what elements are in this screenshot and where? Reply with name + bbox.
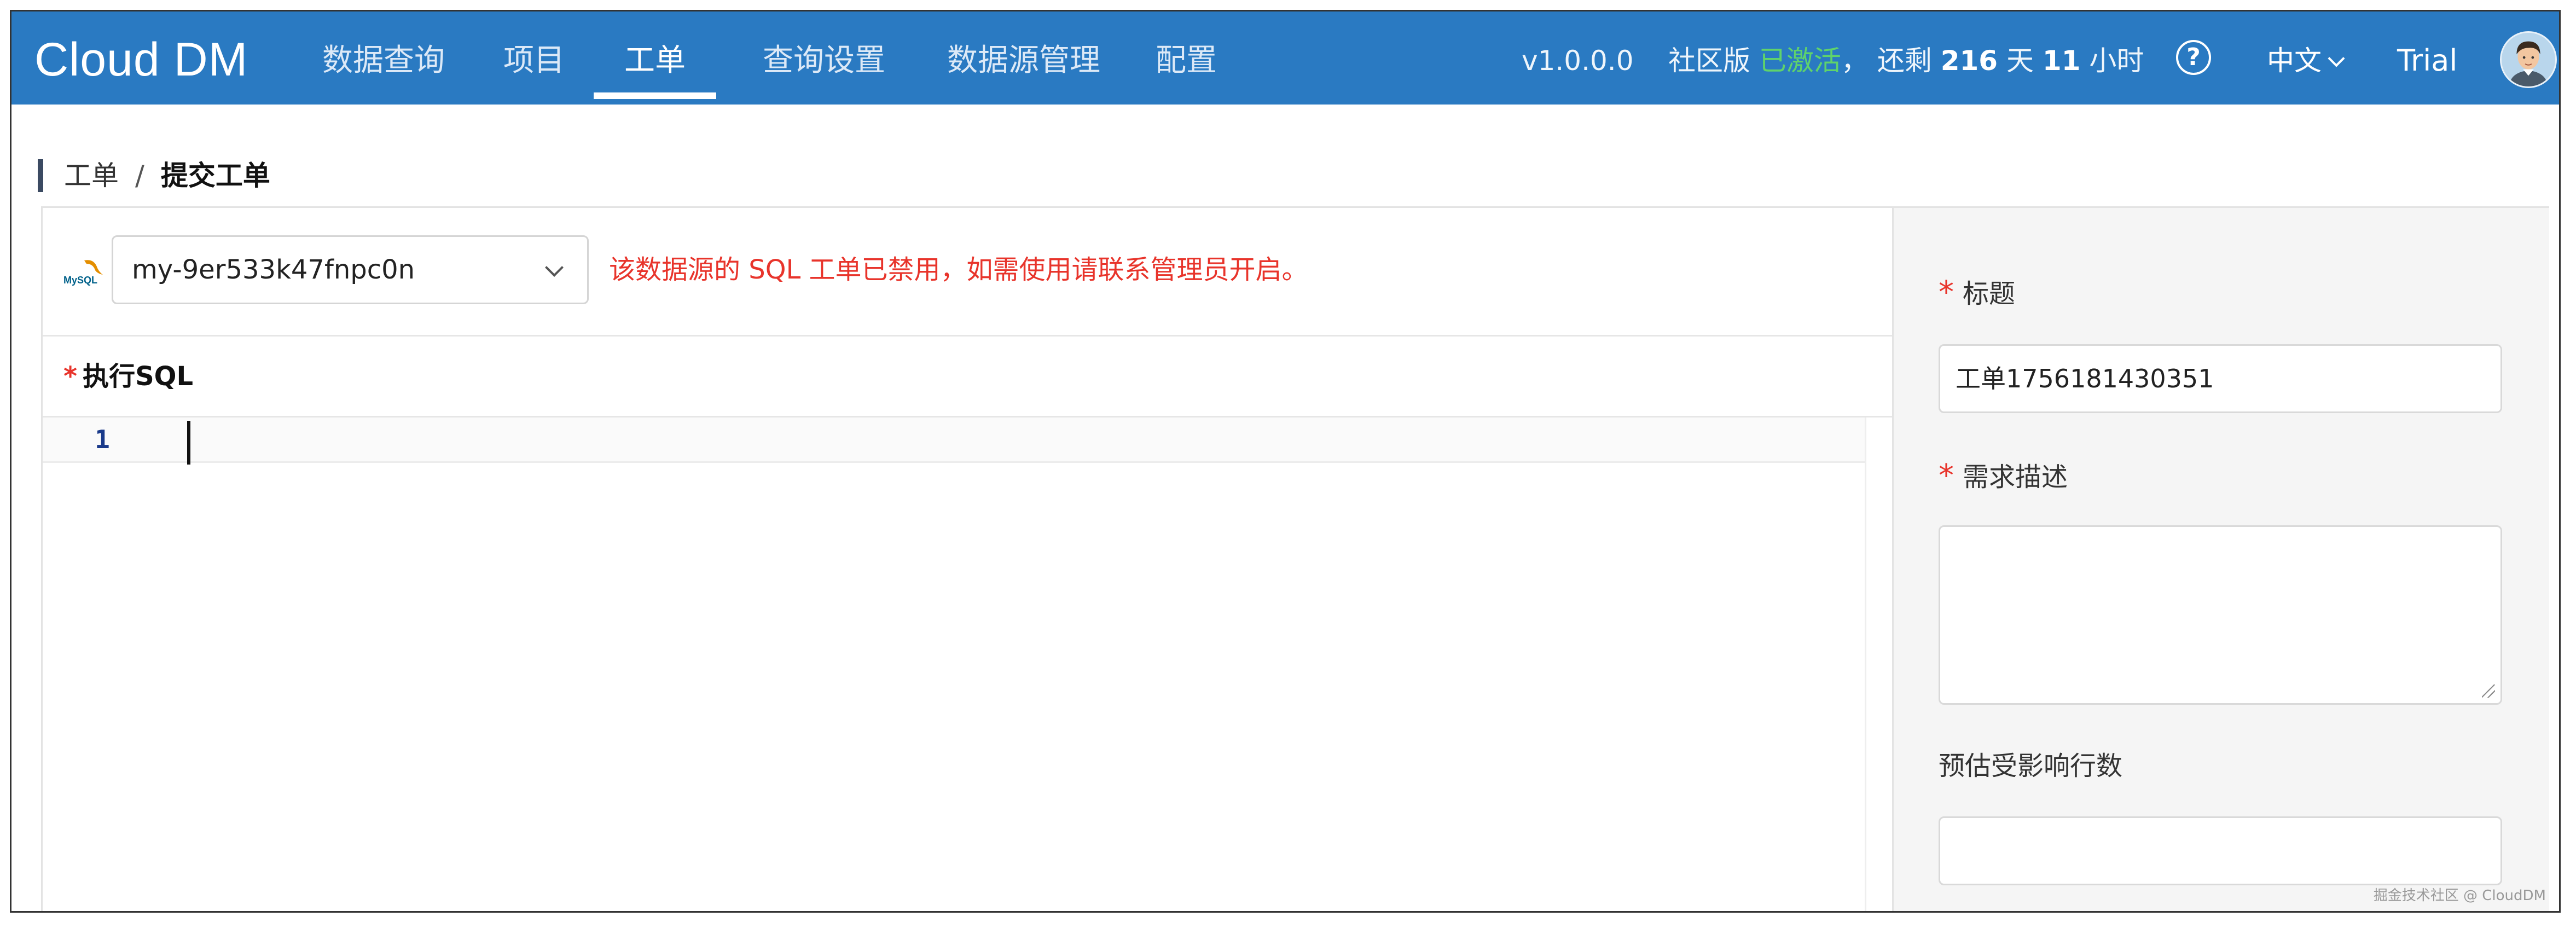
language-label: 中文: [2267, 45, 2322, 77]
user-avatar-icon: [2502, 33, 2555, 86]
nav-item-config[interactable]: 配置: [1145, 11, 1227, 105]
breadcrumb-current: 提交工单: [160, 160, 270, 192]
nav-item-query-settings[interactable]: 查询设置: [745, 11, 903, 105]
title-field-label: * 标题: [1939, 276, 2015, 310]
title-label-text: 标题: [1963, 279, 2016, 309]
text-cursor: [187, 421, 190, 465]
help-icon[interactable]: ?: [2176, 40, 2211, 75]
required-mark: *: [1939, 458, 1954, 494]
sql-code-editor[interactable]: 1: [43, 416, 1894, 911]
edition-label: 社区版: [1668, 45, 1750, 77]
remaining-hours: 11: [2042, 45, 2081, 77]
license-status: 社区版 已激活， 还剩 216 天 11 小时: [1668, 11, 2144, 105]
breadcrumb-parent[interactable]: 工单: [64, 160, 119, 192]
datasource-select[interactable]: my-9er533k47fnpc0n: [112, 235, 589, 304]
nav-item-data-query[interactable]: 数据查询: [318, 11, 449, 105]
chevron-down-icon: [2328, 50, 2345, 67]
app-window: Cloud DM 数据查询 项目 工单 查询设置 数据源管理 配置 v1.0.0…: [10, 10, 2561, 913]
editor-scrollbar[interactable]: [1865, 417, 1894, 911]
code-line[interactable]: 1: [43, 417, 1892, 465]
sql-editor-area: MySQL my-9er533k47fnpc0n 该数据源的 SQL 工单已禁用…: [43, 208, 1894, 911]
description-textarea[interactable]: [1939, 525, 2502, 705]
nav-item-projects[interactable]: 项目: [498, 11, 570, 105]
datasource-warning-message: 该数据源的 SQL 工单已禁用，如需使用请联系管理员开启。: [609, 254, 1308, 285]
status-comma: ，: [1841, 45, 1869, 77]
line-number: 1: [95, 425, 110, 454]
required-mark: *: [63, 361, 78, 392]
datasource-selected-value: my-9er533k47fnpc0n: [132, 254, 415, 285]
mysql-logo-icon: MySQL: [63, 260, 103, 286]
description-label-text: 需求描述: [1963, 462, 2068, 492]
nav-item-datasource-management[interactable]: 数据源管理: [931, 11, 1117, 105]
mysql-logo-text: MySQL: [63, 275, 97, 286]
language-selector[interactable]: 中文: [2267, 11, 2345, 105]
ticket-workspace: MySQL my-9er533k47fnpc0n 该数据源的 SQL 工单已禁用…: [41, 206, 2549, 911]
datasource-bar: MySQL my-9er533k47fnpc0n 该数据源的 SQL 工单已禁用…: [43, 208, 1892, 337]
sql-field-label: * 执行SQL: [63, 360, 193, 393]
description-field-label: * 需求描述: [1939, 460, 2068, 494]
activated-badge: 已激活: [1759, 45, 1841, 77]
affected-rows-label: 预估受影响行数: [1939, 751, 2123, 781]
nav-item-tickets[interactable]: 工单: [594, 11, 716, 105]
version-label: v1.0.0.0: [1522, 45, 1634, 77]
required-mark: *: [1939, 275, 1954, 310]
watermark: 掘金技术社区 @ CloudDM: [2373, 888, 2546, 904]
hours-unit: 小时: [2089, 45, 2144, 77]
remaining-label: 还剩: [1877, 45, 1932, 77]
affected-rows-input[interactable]: [1939, 816, 2502, 885]
plan-label[interactable]: Trial: [2397, 11, 2457, 105]
breadcrumb-separator: /: [135, 160, 144, 192]
cloud-dm-logo[interactable]: Cloud DM: [34, 32, 248, 87]
days-unit: 天: [2006, 45, 2034, 77]
chevron-down-icon: [545, 258, 564, 277]
avatar[interactable]: [2500, 31, 2557, 88]
resize-grip-icon[interactable]: [2482, 685, 2495, 698]
remaining-days: 216: [1940, 45, 1998, 77]
title-input[interactable]: 工单1756181430351: [1939, 344, 2502, 413]
breadcrumb: 工单 / 提交工单: [38, 159, 270, 192]
sql-label-text: 执行SQL: [83, 361, 194, 392]
top-navigation-bar: Cloud DM 数据查询 项目 工单 查询设置 数据源管理 配置 v1.0.0…: [11, 11, 2559, 105]
ticket-form-panel: * 标题 工单1756181430351 * 需求描述 预估受影响行数: [1892, 208, 2549, 911]
